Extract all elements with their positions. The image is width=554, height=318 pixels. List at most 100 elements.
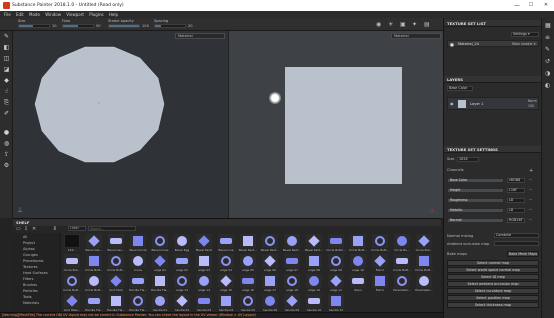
- shelf-item[interactable]: edge 11: [326, 273, 346, 293]
- layout-icon[interactable]: ▤: [424, 21, 430, 28]
- spacing-slider[interactable]: [154, 24, 186, 28]
- select-thickness-map-button[interactable]: Select thickness map: [447, 302, 539, 308]
- select-id-map-button[interactable]: Select ID map: [447, 274, 539, 280]
- shelf-item[interactable]: Handle Fla...: [150, 273, 170, 293]
- menu-help[interactable]: Help: [109, 11, 118, 18]
- paint-brush-icon[interactable]: ✎: [3, 33, 10, 40]
- shelf-item[interactable]: Fabric: [370, 273, 390, 293]
- channel-base-color-format[interactable]: sRGB8: [507, 178, 525, 183]
- shelf-item[interactable]: edge 10: [348, 253, 368, 273]
- bake-icon[interactable]: ◍: [3, 140, 10, 147]
- flow-slider[interactable]: [62, 24, 94, 28]
- delete-icon[interactable]: ✕: [32, 226, 36, 232]
- menu-edit[interactable]: Edit: [16, 11, 24, 18]
- environment-icon[interactable]: ☀: [388, 21, 393, 28]
- shelf-item[interactable]: Circle Butt...: [62, 273, 82, 293]
- menu-window[interactable]: Window: [45, 11, 61, 18]
- shelf-item[interactable]: edge 04: [216, 253, 236, 273]
- import-icon[interactable]: ⇩: [24, 226, 28, 232]
- ao-map-slot[interactable]: [494, 241, 539, 246]
- stroke-opacity-slider[interactable]: [108, 24, 140, 28]
- shelf-item[interactable]: handle 12: [326, 293, 346, 313]
- shelf-item[interactable]: edge 01: [150, 253, 170, 273]
- category-grunges[interactable]: Grunges: [23, 253, 38, 257]
- channel-height-format[interactable]: L16F: [507, 188, 525, 193]
- shelf-item[interactable]: Fabric: [370, 253, 390, 273]
- shelf-item[interactable]: Handle Fla...: [84, 293, 104, 313]
- maximize-button[interactable]: ☐: [524, 1, 538, 10]
- polygon-fill-icon[interactable]: ◆: [3, 77, 10, 84]
- projection-icon[interactable]: ◫: [3, 55, 10, 62]
- shelf-item[interactable]: Stars: [348, 273, 368, 293]
- shelf-item[interactable]: 1K2...: [62, 233, 82, 253]
- shelf-item[interactable]: Bevel Cross: [150, 233, 170, 253]
- normal-mixing-select[interactable]: Combine: [494, 233, 539, 238]
- export-icon[interactable]: ⇪: [3, 151, 10, 158]
- shelf-item[interactable]: Handle Fla...: [128, 293, 148, 313]
- shelf-item[interactable]: edge 18: [282, 273, 302, 293]
- properties-icon[interactable]: ✎: [545, 46, 550, 53]
- select-position-map-button[interactable]: Select position map: [447, 295, 539, 301]
- shelf-item[interactable]: Parameter...: [392, 273, 412, 293]
- menu-plugins[interactable]: Plugins: [89, 11, 103, 18]
- shelf-item[interactable]: handle 04: [216, 293, 236, 313]
- shelf-item[interactable]: handle 06: [260, 293, 280, 313]
- layers-icon[interactable]: ≡: [545, 34, 550, 41]
- layer-visibility-icon[interactable]: ◉: [450, 101, 454, 106]
- shelf-item[interactable]: edge 14: [194, 273, 214, 293]
- shelf-item[interactable]: Bevel Rect...: [238, 233, 258, 253]
- color-picker-icon[interactable]: ✐: [3, 110, 10, 117]
- layer-row[interactable]: ◉ Layer 1 Norm 100: [447, 97, 539, 110]
- material-icon[interactable]: ●: [3, 129, 10, 136]
- settings-gear-icon[interactable]: ⚙: [3, 162, 10, 169]
- texture-set-row[interactable]: ■ Material_24 Main shader ▾: [447, 40, 539, 47]
- close-button[interactable]: ✕: [539, 1, 553, 10]
- remove-channel-icon[interactable]: −: [529, 188, 532, 192]
- shelf-item[interactable]: Handle Fla...: [106, 293, 126, 313]
- category-project[interactable]: Project: [23, 241, 35, 245]
- shelf-item[interactable]: Grid Hiter...: [62, 293, 82, 313]
- shelf-item[interactable]: Circle Butt...: [348, 233, 368, 253]
- select-ao-map-button[interactable]: Select ambient occlusion map: [447, 281, 539, 287]
- shelf-item[interactable]: edge 15: [216, 273, 236, 293]
- shelf-search-input[interactable]: [88, 226, 136, 231]
- shelf-item[interactable]: Circle Butt...: [84, 273, 104, 293]
- menu-viewport[interactable]: Viewport: [66, 11, 84, 18]
- shelf-item[interactable]: Parameter...: [414, 273, 434, 293]
- screenshot-icon[interactable]: ▣: [400, 21, 406, 28]
- iray-icon[interactable]: ✦: [412, 21, 417, 28]
- shelf-item[interactable]: edge 05: [238, 253, 258, 273]
- shelf-item[interactable]: Handle Fla...: [128, 273, 148, 293]
- shelf-item[interactable]: edge 02: [172, 253, 192, 273]
- shelf-item[interactable]: edge 13: [172, 273, 192, 293]
- shelf-item[interactable]: Circle But...: [62, 253, 82, 273]
- shelf-item[interactable]: Bevel Fault: [194, 233, 214, 253]
- shader-settings-icon[interactable]: ◐: [545, 82, 550, 89]
- minimize-button[interactable]: —: [510, 1, 524, 10]
- category-all[interactable]: All: [23, 235, 27, 239]
- category-textures[interactable]: Textures: [23, 265, 38, 269]
- layer-blend-mode[interactable]: Norm: [528, 99, 537, 103]
- viewport-3d[interactable]: Material ⊥: [13, 31, 228, 218]
- filter-icon[interactable]: ⊻: [53, 226, 57, 232]
- visibility-checkbox-icon[interactable]: ■: [450, 42, 454, 47]
- clone-icon[interactable]: ⎘: [3, 99, 10, 106]
- shader-select[interactable]: Main shader ▾: [512, 42, 536, 46]
- shelf-item[interactable]: Cross: [128, 253, 148, 273]
- filter-tag[interactable]: Label: [68, 226, 86, 231]
- category-alphas[interactable]: Alphas: [23, 247, 35, 251]
- category-materials[interactable]: Materials: [23, 301, 39, 305]
- category-tools[interactable]: Tools: [23, 295, 32, 299]
- shelf-item[interactable]: Bevel Line: [216, 233, 236, 253]
- shelf-item[interactable]: handle 05: [238, 293, 258, 313]
- size-slider[interactable]: [18, 24, 50, 28]
- remove-channel-icon[interactable]: −: [529, 198, 532, 202]
- texture-set-list-icon[interactable]: ▦: [545, 22, 551, 29]
- camera-icon[interactable]: ◉: [376, 21, 381, 28]
- shelf-item[interactable]: Bevel Rect...: [282, 233, 302, 253]
- shelf-item[interactable]: handle 01: [150, 293, 170, 313]
- shelf-item[interactable]: Circle Bu...: [392, 233, 412, 253]
- shelf-item[interactable]: Circle But...: [414, 233, 434, 253]
- shelf-item[interactable]: edge 06: [260, 253, 280, 273]
- shelf-item[interactable]: Circle Butto...: [326, 233, 346, 253]
